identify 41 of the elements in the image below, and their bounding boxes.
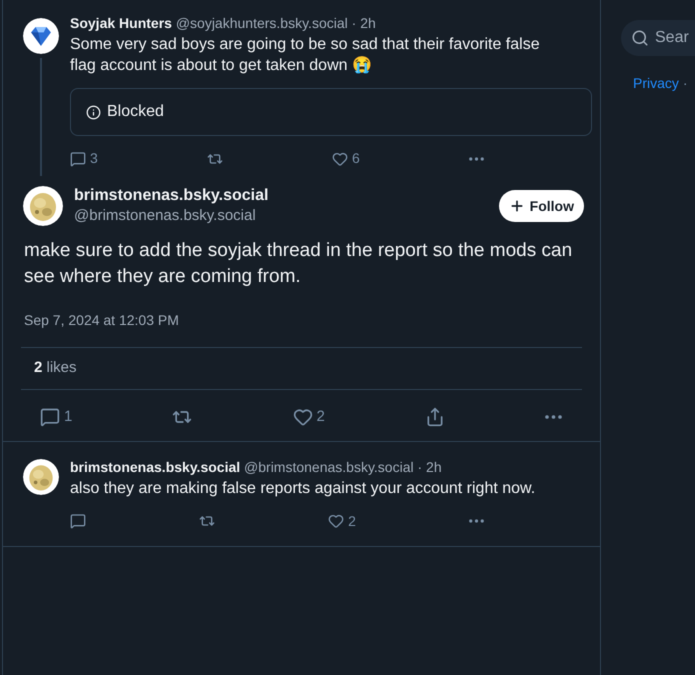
- footer-link[interactable]: ·: [682, 73, 688, 94]
- follow-button[interactable]: Follow: [498, 190, 584, 222]
- likes-count[interactable]: 2 likes: [34, 357, 77, 380]
- author-handle: @brimstonenas.bsky.social: [244, 458, 414, 474]
- like-button[interactable]: 2: [292, 406, 325, 428]
- comment-icon: [70, 150, 86, 166]
- post-time: · 2h: [352, 15, 376, 31]
- post-text: also they are making false reports against your account right now.: [70, 478, 536, 498]
- more-icon: [468, 519, 484, 523]
- share-button[interactable]: [424, 407, 445, 428]
- heart-icon: [292, 407, 312, 428]
- share-icon: [424, 407, 445, 428]
- search-field[interactable]: Sear: [621, 20, 695, 56]
- more-icon: [545, 415, 562, 420]
- heart-icon: [332, 150, 348, 166]
- author-name[interactable]: brimstonenas.bsky.social: [70, 458, 240, 474]
- author-handle: @brimstonenas.bsky.social: [74, 206, 257, 226]
- author-name[interactable]: brimstonenas.bsky.social: [74, 186, 499, 206]
- reply-button[interactable]: [70, 513, 86, 529]
- comment-icon: [70, 513, 86, 529]
- more-button[interactable]: [468, 519, 484, 523]
- reply-button[interactable]: 1: [40, 406, 72, 428]
- footer-link[interactable]: Privacy: [633, 73, 679, 94]
- search-icon: [631, 29, 649, 47]
- post-timestamp: Sep 7, 2024 at 12:03 PM: [23, 311, 180, 330]
- info-icon: [86, 104, 101, 120]
- more-button[interactable]: [468, 156, 484, 160]
- more-icon: [468, 156, 484, 160]
- post-text: make sure to add the soyjak thread in the report so the mods can see where they are coming from.: [24, 239, 574, 289]
- like-button[interactable]: 6: [332, 148, 360, 169]
- reply-button[interactable]: 3: [70, 148, 98, 169]
- comment-icon: [40, 407, 60, 428]
- plus-icon: [508, 198, 525, 214]
- more-button[interactable]: [545, 415, 562, 420]
- blocked-embed: Blocked: [70, 88, 592, 136]
- author-handle: @soyjakhunters.bsky.social: [176, 15, 348, 31]
- post-time: · 2h: [418, 458, 442, 474]
- heart-icon: [328, 513, 344, 529]
- post-text: Some very sad boys are going to be so sad that their favorite false flag account is about to get taken down 😭: [70, 35, 541, 76]
- author-name[interactable]: Soyjak Hunters: [70, 15, 172, 31]
- like-button[interactable]: 2: [328, 510, 356, 532]
